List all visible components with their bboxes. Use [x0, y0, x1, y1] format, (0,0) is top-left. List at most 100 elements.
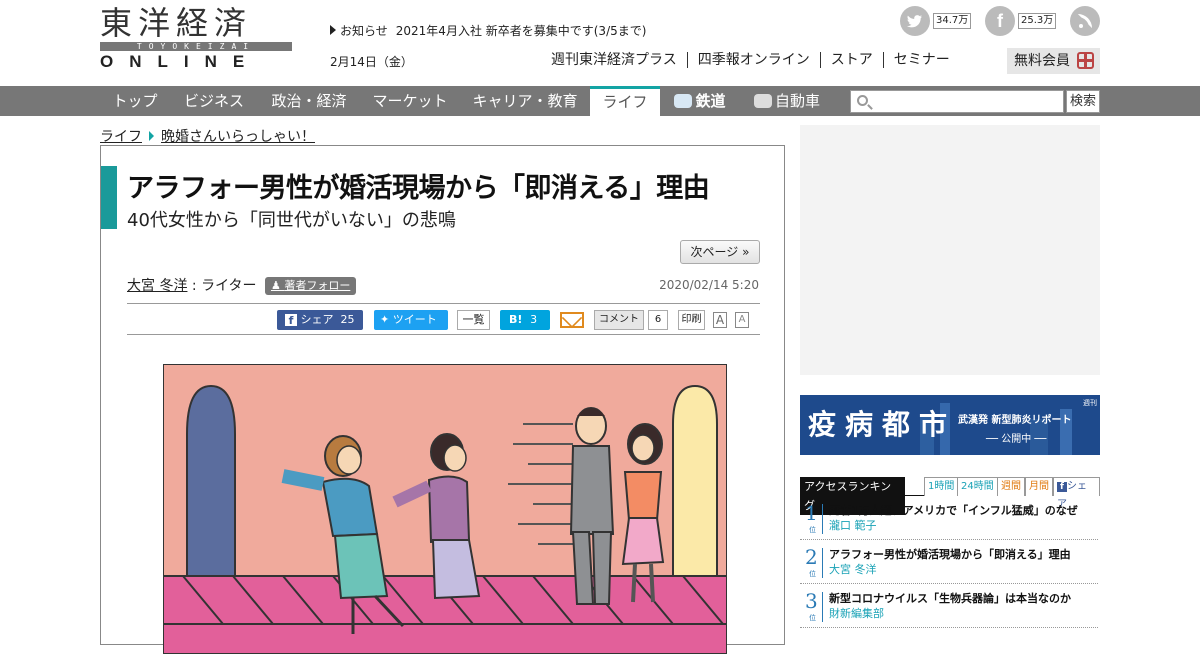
follow-label: 著者フォロー — [284, 279, 351, 292]
nav-life[interactable]: ライフ — [590, 86, 660, 116]
logo-en: ONLINE — [100, 52, 261, 71]
breadcrumb-arrow-icon — [149, 131, 154, 141]
rss-icon[interactable] — [1070, 6, 1100, 36]
nav-politics-economy[interactable]: 政治・経済 — [258, 86, 360, 116]
notice-link[interactable]: 2021年4月入社 新卒者を募集中です(3/5まで) — [396, 24, 647, 38]
font-size-large-button[interactable]: A — [713, 312, 727, 328]
nav-automobile[interactable]: 自動車 — [748, 86, 826, 116]
mail-icon[interactable] — [560, 312, 584, 328]
author-line: 大宮 冬洋 : ライター ♟ 著者フォロー — [127, 275, 357, 295]
title-accent-bar — [101, 166, 117, 229]
tweet-label: ツイート — [392, 313, 437, 326]
twitter-count: 34.7万 — [933, 13, 972, 29]
ranking-tab-week[interactable]: 週間 — [997, 477, 1025, 496]
rank-divider — [822, 548, 823, 578]
author-role: : ライター — [187, 278, 257, 294]
author-name[interactable]: 大宮 冬洋 — [127, 278, 187, 294]
facebook-share-icon: f — [285, 314, 297, 327]
ranking-tab-month[interactable]: 月間 — [1025, 477, 1053, 496]
notice-arrow-icon — [330, 25, 336, 35]
rank-author: 大宮 冬洋 — [829, 563, 877, 576]
ranking-tab-share[interactable]: f シェア — [1053, 477, 1100, 510]
ranking-item[interactable]: 1 位 死者1万人超、アメリカで「インフル猛威」のなぜ 瀧口 範子 — [800, 496, 1098, 540]
nav-business[interactable]: ビジネス — [170, 86, 258, 116]
article: アラフォー男性が婚活現場から「即消える」理由 40代女性から「同世代がいない」の… — [100, 145, 785, 654]
article-illustration — [163, 364, 727, 654]
notice-label: お知らせ — [340, 24, 388, 38]
ranking-header: アクセスランキング 1時間 24時間 週間 月間 f シェア — [800, 477, 1100, 515]
nav-railway[interactable]: 鉄道 — [668, 86, 732, 116]
article-subtitle: 40代女性から「同世代がいない」の悲鳴 — [127, 210, 456, 231]
notice: お知らせ 2021年4月入社 新卒者を募集中です(3/5まで) — [330, 22, 646, 39]
free-member-label: 無料会員 — [1014, 53, 1070, 69]
rank-title: 新型コロナウイルス「生物兵器論」は本当なのか — [829, 592, 1071, 605]
rank-author: 瀧口 範子 — [829, 519, 877, 532]
rank-author: 財新編集部 — [829, 607, 884, 620]
access-ranking: アクセスランキング 1時間 24時間 週間 月間 f シェア 1 位 死者1万人超… — [800, 477, 1100, 628]
rank-number: 1 — [805, 501, 818, 525]
feature-banner[interactable]: 疫病都市 武漢発 新型肺炎リポート ── 公開中 ── 週刊 — [800, 395, 1100, 455]
subnav-seminar[interactable]: セミナー — [882, 52, 960, 68]
banner-subtitle: 武漢発 新型肺炎リポート — [958, 415, 1072, 426]
ranking-item[interactable]: 2 位 アラフォー男性が婚活現場から「即消える」理由 大宮 冬洋 — [800, 540, 1098, 584]
hatena-label: B! — [509, 313, 523, 326]
site-logo[interactable]: 東洋経済 TOYOKEIZAI ONLINE — [100, 6, 292, 72]
divider — [127, 303, 760, 304]
facebook-icon: f — [1057, 482, 1067, 492]
facebook-share-button[interactable]: f シェア 25 — [277, 310, 363, 330]
nav-career[interactable]: キャリア・教育 — [460, 86, 590, 116]
rank-title: アラフォー男性が婚活現場から「即消える」理由 — [829, 548, 1071, 561]
banner-mark: 週刊 — [1083, 399, 1097, 407]
twitter-icon — [900, 6, 930, 36]
subnav-shikiho[interactable]: 四季報オンライン — [686, 52, 820, 68]
sub-navigation: 週刊東洋経済プラス 四季報オンライン ストア セミナー — [541, 52, 960, 68]
rank-divider — [822, 504, 823, 534]
car-icon — [753, 94, 772, 108]
subnav-weekly-plus[interactable]: 週刊東洋経済プラス — [541, 52, 687, 68]
banner-status: ── 公開中 ── — [986, 434, 1047, 445]
search-button[interactable]: 検索 — [1066, 90, 1100, 113]
facebook-count: 25.3万 — [1018, 13, 1057, 29]
divider — [127, 334, 760, 335]
comment-button[interactable]: コメント — [594, 310, 644, 330]
site-header: 東洋経済 TOYOKEIZAI ONLINE お知らせ 2021年4月入社 新卒者… — [0, 0, 1200, 86]
nav-railway-label: 鉄道 — [695, 92, 726, 110]
ranking-item[interactable]: 3 位 新型コロナウイルス「生物兵器論」は本当なのか 財新編集部 — [800, 584, 1098, 628]
comment-count: 6 — [648, 310, 668, 330]
search-input[interactable] — [850, 90, 1064, 113]
person-icon: ♟ — [270, 279, 285, 292]
advertisement[interactable] — [800, 125, 1100, 375]
free-member-button[interactable]: 無料会員 — [1007, 48, 1100, 74]
rank-divider — [822, 592, 823, 622]
subnav-store[interactable]: ストア — [819, 52, 883, 68]
nav-automobile-label: 自動車 — [774, 92, 820, 110]
facebook-share-label: シェア — [300, 313, 334, 326]
ranking-tab-24h[interactable]: 24時間 — [957, 477, 998, 496]
print-button[interactable]: 印刷 — [678, 310, 705, 330]
twitter-follow[interactable]: 34.7万 — [900, 6, 972, 36]
banner-title: 疫病都市 — [808, 408, 957, 441]
publish-date: 2020/02/14 5:20 — [659, 278, 759, 292]
ranking-tab-1h[interactable]: 1時間 — [924, 477, 959, 496]
breadcrumb-series[interactable]: 晩婚さんいらっしゃい！ — [161, 129, 315, 145]
font-size-small-button[interactable]: A — [735, 312, 749, 328]
rank-unit: 位 — [809, 526, 816, 534]
train-icon — [674, 94, 693, 108]
facebook-follow[interactable]: f 25.3万 — [985, 6, 1057, 36]
current-date: 2月14日（金） — [330, 55, 413, 69]
search-icon — [857, 95, 868, 106]
tweet-list-button[interactable]: 一覧 — [457, 310, 490, 330]
rank-unit: 位 — [809, 614, 816, 622]
breadcrumb-life[interactable]: ライフ — [100, 129, 142, 145]
rank-unit: 位 — [809, 570, 816, 578]
tweet-bird-icon: ✦ — [380, 313, 390, 326]
follow-author-button[interactable]: ♟ 著者フォロー — [264, 277, 357, 295]
logo-jp: 東洋経済 — [100, 4, 253, 42]
next-page-button[interactable]: 次ページ » — [680, 240, 760, 264]
breadcrumb: ライフ 晩婚さんいらっしゃい！ — [100, 126, 315, 146]
tweet-button[interactable]: ✦ ツイート — [374, 310, 448, 330]
nav-market[interactable]: マーケット — [360, 86, 460, 116]
hatena-bookmark-button[interactable]: B! 3 — [500, 310, 550, 330]
rank-number: 3 — [805, 589, 818, 613]
nav-top[interactable]: トップ — [100, 86, 170, 116]
